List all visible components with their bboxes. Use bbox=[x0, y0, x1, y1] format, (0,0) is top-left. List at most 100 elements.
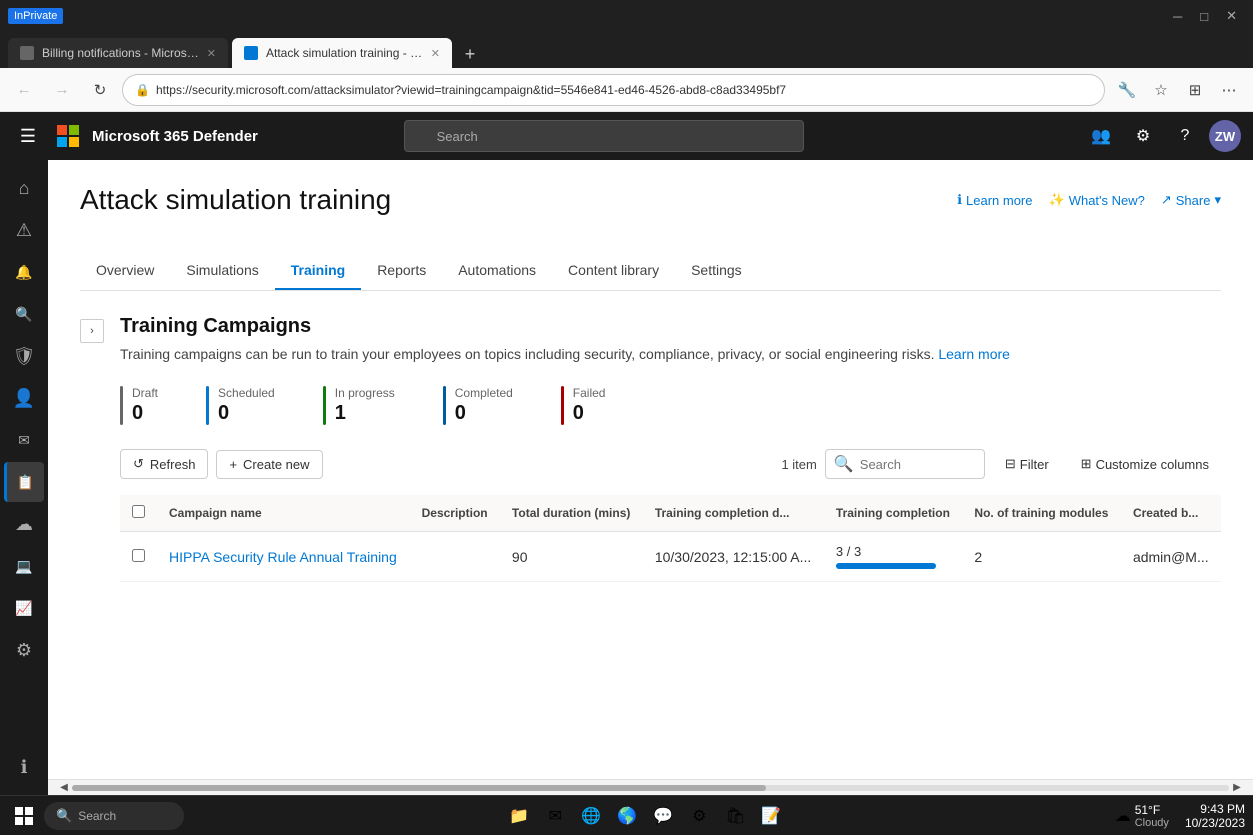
sidebar-item-incidents[interactable]: ⚠ bbox=[4, 210, 44, 250]
stats-row: Draft 0 Scheduled 0 bbox=[120, 386, 1221, 425]
tab-automations[interactable]: Automations bbox=[442, 252, 552, 290]
taskbar-search-icon: 🔍 bbox=[56, 808, 72, 824]
progress-bar-container bbox=[836, 563, 936, 569]
extensions-button[interactable]: 🔧 bbox=[1111, 74, 1143, 106]
customize-columns-button[interactable]: ⊞ Customize columns bbox=[1069, 450, 1221, 478]
maximize-button[interactable]: □ bbox=[1192, 5, 1216, 28]
scrollbar-thumb[interactable] bbox=[72, 785, 766, 791]
whats-new-link[interactable]: ✨ What's New? bbox=[1049, 192, 1145, 208]
table-search-input[interactable] bbox=[860, 457, 976, 472]
tab-settings[interactable]: Settings bbox=[675, 252, 758, 290]
collapse-button[interactable]: › bbox=[80, 319, 104, 343]
tab-reports[interactable]: Reports bbox=[361, 252, 442, 290]
tab-simulations[interactable]: Simulations bbox=[170, 252, 274, 290]
favorites-button[interactable]: ☆ bbox=[1145, 74, 1177, 106]
browser-toolbar: ← → ↻ 🔒 https://security.microsoft.com/a… bbox=[0, 68, 1253, 112]
search-icon: 🔍 bbox=[834, 454, 854, 474]
minimize-button[interactable]: ─ bbox=[1165, 5, 1190, 28]
campaign-name-link[interactable]: HIPPA Security Rule Annual Training bbox=[169, 549, 397, 565]
reload-button[interactable]: ↻ bbox=[84, 74, 116, 106]
filter-button[interactable]: ⊟ Filter bbox=[993, 450, 1061, 478]
more-button[interactable]: ⋯ bbox=[1213, 74, 1245, 106]
sidebar-item-secure-score[interactable]: 🛡 bbox=[4, 336, 44, 376]
sidebar-item-home[interactable]: ⌂ bbox=[4, 168, 44, 208]
sidebar-item-endpoints[interactable]: 💻 bbox=[4, 546, 44, 586]
share-link[interactable]: ↗ Share ▾ bbox=[1161, 192, 1221, 208]
section-learn-more-link[interactable]: Learn more bbox=[938, 346, 1010, 362]
start-button[interactable] bbox=[8, 800, 40, 832]
taskbar-app-chrome[interactable]: 🌎 bbox=[611, 800, 643, 832]
taskbar-app-word[interactable]: 📝 bbox=[755, 800, 787, 832]
collections-button[interactable]: ⊞ bbox=[1179, 74, 1211, 106]
sidebar-item-identity[interactable]: 👤 bbox=[4, 378, 44, 418]
tab-favicon-2 bbox=[244, 46, 258, 60]
scrollbar-track[interactable] bbox=[72, 785, 1229, 791]
create-new-button[interactable]: + Create new bbox=[216, 450, 322, 479]
hamburger-menu-button[interactable]: ☰ bbox=[12, 120, 44, 152]
sidebar-item-hunting[interactable]: 🔍 bbox=[4, 294, 44, 334]
select-all-checkbox[interactable] bbox=[132, 505, 145, 518]
forward-button[interactable]: → bbox=[46, 74, 78, 106]
browser-titlebar: InPrivate ─ □ ✕ bbox=[0, 0, 1253, 32]
taskbar-app-explorer[interactable]: 📁 bbox=[503, 800, 535, 832]
tab-close-2[interactable]: ✕ bbox=[431, 47, 440, 60]
th-training-completion[interactable]: Training completion bbox=[824, 495, 962, 532]
th-created-by[interactable]: Created b... bbox=[1121, 495, 1221, 532]
taskbar-search-box[interactable]: 🔍 Search bbox=[44, 802, 184, 830]
taskbar-clock[interactable]: 9:43 PM 10/23/2023 bbox=[1185, 802, 1245, 830]
close-button[interactable]: ✕ bbox=[1218, 4, 1245, 28]
sidebar-item-attack-sim[interactable]: 📋 bbox=[4, 462, 44, 502]
lock-icon: 🔒 bbox=[135, 83, 150, 97]
th-no-modules[interactable]: No. of training modules bbox=[962, 495, 1121, 532]
content-area: Attack simulation training ℹ Learn more … bbox=[48, 160, 1253, 779]
table-search-box[interactable]: 🔍 bbox=[825, 449, 985, 479]
share-chevron-icon: ▾ bbox=[1214, 192, 1221, 208]
weather-widget[interactable]: ☁ 51°F Cloudy bbox=[1107, 803, 1177, 829]
tab-training[interactable]: Training bbox=[275, 252, 361, 290]
horizontal-scrollbar[interactable]: ◀ ▶ bbox=[48, 779, 1253, 795]
taskbar-app-mail[interactable]: ✉ bbox=[539, 800, 571, 832]
learn-more-link[interactable]: ℹ Learn more bbox=[957, 192, 1032, 208]
refresh-button[interactable]: ↺ Refresh bbox=[120, 449, 208, 479]
help-button[interactable]: ? bbox=[1167, 118, 1203, 154]
sidebar-item-alerts[interactable]: 🔔 bbox=[4, 252, 44, 292]
td-checkbox[interactable] bbox=[120, 532, 157, 582]
sidebar-item-vulnerability[interactable]: 📈 bbox=[4, 588, 44, 628]
browser-tab-2[interactable]: Attack simulation training - Micr... ✕ bbox=[232, 38, 452, 68]
app-search-input[interactable] bbox=[404, 120, 804, 152]
th-completion-date[interactable]: Training completion d... bbox=[643, 495, 824, 532]
tab-close-1[interactable]: ✕ bbox=[207, 47, 216, 60]
refresh-icon: ↺ bbox=[133, 456, 144, 472]
scroll-left-arrow[interactable]: ◀ bbox=[56, 780, 72, 796]
taskbar-app-settings[interactable]: ⚙ bbox=[683, 800, 715, 832]
campaigns-table: Campaign name Description Total duration… bbox=[120, 495, 1221, 582]
th-total-duration[interactable]: Total duration (mins) bbox=[500, 495, 643, 532]
page-tabs: Overview Simulations Training Reports Au… bbox=[80, 252, 1221, 291]
tab-content-library[interactable]: Content library bbox=[552, 252, 675, 290]
taskbar-app-edge[interactable]: 🌐 bbox=[575, 800, 607, 832]
sidebar-item-settings[interactable]: ⚙ bbox=[4, 630, 44, 670]
table-row[interactable]: HIPPA Security Rule Annual Training 90 1… bbox=[120, 532, 1221, 582]
row-checkbox[interactable] bbox=[132, 549, 145, 562]
sidebar-item-cloud-apps[interactable]: ☁ bbox=[4, 504, 44, 544]
address-bar[interactable]: 🔒 https://security.microsoft.com/attacks… bbox=[122, 74, 1105, 106]
td-training-completion: 3 / 3 bbox=[824, 532, 962, 582]
th-campaign-name[interactable]: Campaign name bbox=[157, 495, 410, 532]
browser-tab-1[interactable]: Billing notifications - Microsoft ... ✕ bbox=[8, 38, 228, 68]
taskbar-app-teams[interactable]: 💬 bbox=[647, 800, 679, 832]
back-button[interactable]: ← bbox=[8, 74, 40, 106]
th-description[interactable]: Description bbox=[410, 495, 500, 532]
scroll-right-arrow[interactable]: ▶ bbox=[1229, 780, 1245, 796]
tab-overview[interactable]: Overview bbox=[80, 252, 170, 290]
stat-draft: Draft 0 bbox=[120, 386, 182, 425]
user-avatar[interactable]: ZW bbox=[1209, 120, 1241, 152]
sidebar-item-info[interactable]: ℹ bbox=[4, 747, 44, 787]
taskbar: 🔍 Search 📁 ✉ 🌐 🌎 💬 ⚙ 🛍 📝 ☁ 51°F Cloudy 9… bbox=[0, 795, 1253, 835]
taskbar-app-store[interactable]: 🛍 bbox=[719, 800, 751, 832]
app-search-container bbox=[404, 120, 804, 152]
sidebar-item-email[interactable]: ✉ bbox=[4, 420, 44, 460]
app-logo[interactable] bbox=[56, 124, 80, 148]
community-button[interactable]: 👥 bbox=[1083, 118, 1119, 154]
settings-header-button[interactable]: ⚙ bbox=[1125, 118, 1161, 154]
new-tab-button[interactable]: + bbox=[456, 40, 484, 68]
